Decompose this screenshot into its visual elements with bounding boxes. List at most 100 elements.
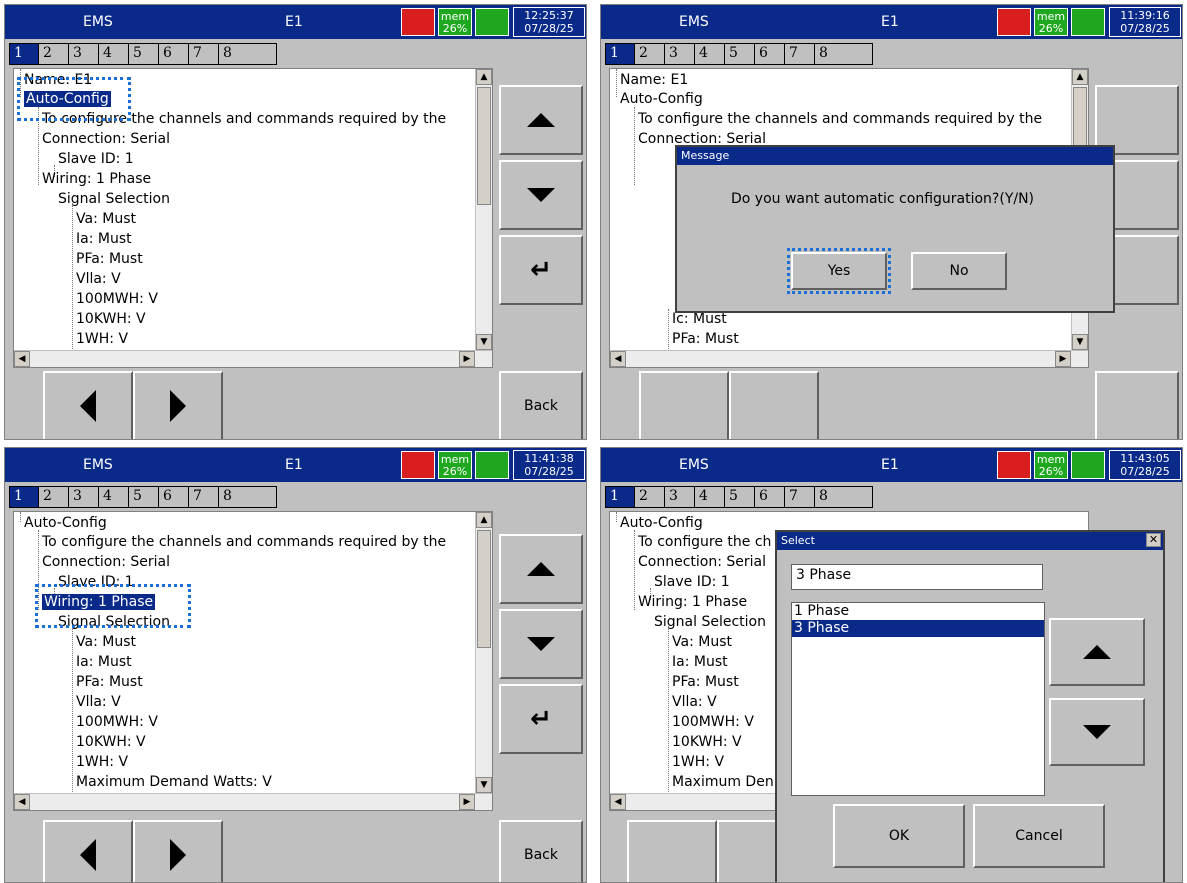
back-button[interactable]: Back — [499, 820, 583, 882]
tree-node[interactable]: To configure the ch — [638, 533, 771, 552]
options-listbox[interactable]: 1 Phase 3 Phase — [791, 602, 1045, 796]
tree-node[interactable]: To configure the channels and commands r… — [638, 110, 1042, 129]
list-item[interactable]: 1 Phase — [792, 603, 1044, 620]
tree-node[interactable]: 100MWH: V — [76, 713, 158, 732]
horizontal-scrollbar[interactable]: ◀ ▶ — [14, 793, 492, 810]
alarm-speaker-icon[interactable] — [997, 451, 1031, 479]
tab-4[interactable]: 4 — [99, 43, 129, 65]
vertical-scrollbar[interactable]: ▲ ▼ — [475, 69, 492, 367]
scroll-left-icon[interactable]: ◀ — [14, 794, 30, 810]
tab-8[interactable]: 8 — [219, 486, 277, 508]
no-button[interactable]: No — [911, 252, 1007, 290]
tree-node[interactable]: To configure the channels and commands r… — [42, 533, 446, 552]
tree-node[interactable]: Signal Selection — [654, 613, 766, 632]
tab-3[interactable]: 3 — [665, 43, 695, 65]
scroll-left-icon[interactable]: ◀ — [14, 351, 30, 367]
tree-node[interactable]: Ia: Must — [672, 653, 728, 672]
tree-node[interactable]: Wiring: 1 Phase — [638, 593, 747, 612]
back-button[interactable]: Back — [499, 371, 583, 439]
tab-4[interactable]: 4 — [695, 486, 725, 508]
tab-1[interactable]: 1 — [605, 486, 635, 508]
tab-5[interactable]: 5 — [129, 43, 159, 65]
log-disabled-icon[interactable] — [1071, 451, 1105, 479]
tree-node[interactable]: Connection: Serial — [42, 553, 170, 572]
left-button[interactable] — [43, 820, 133, 882]
tab-3[interactable]: 3 — [69, 43, 99, 65]
alarm-speaker-icon[interactable] — [401, 8, 435, 36]
tab-7[interactable]: 7 — [189, 486, 219, 508]
tree-node[interactable]: Slave ID: 1 — [654, 573, 730, 592]
tree-node[interactable]: Maximum Demand Watts: V — [76, 773, 272, 792]
tab-3[interactable]: 3 — [69, 486, 99, 508]
tree-node[interactable]: 1WH: V — [76, 753, 128, 772]
right-button[interactable] — [133, 820, 223, 882]
bottom-button-1[interactable] — [639, 371, 729, 439]
tree-node[interactable]: Vlla: V — [76, 270, 121, 289]
tab-6[interactable]: 6 — [159, 43, 189, 65]
tab-7[interactable]: 7 — [785, 43, 815, 65]
horizontal-scrollbar[interactable]: ◀ ▶ — [610, 350, 1088, 367]
tree-node[interactable]: Connection: Serial — [638, 553, 766, 572]
cancel-button[interactable]: Cancel — [973, 804, 1105, 868]
scroll-right-icon[interactable]: ▶ — [459, 794, 475, 810]
tree-node[interactable]: Auto-Config — [620, 90, 703, 109]
tree-node[interactable]: Vlla: V — [76, 693, 121, 712]
tab-6[interactable]: 6 — [159, 486, 189, 508]
vertical-scrollbar[interactable]: ▲ ▼ — [475, 512, 492, 810]
tree-node[interactable]: 1WH: V — [672, 753, 724, 772]
tree-node[interactable]: Ia: Must — [76, 653, 132, 672]
list-item-selected[interactable]: 3 Phase — [792, 620, 1044, 637]
tree-node[interactable]: 100MWH: V — [672, 713, 754, 732]
tree-node[interactable]: Ia: Must — [76, 230, 132, 249]
up-button[interactable] — [499, 85, 583, 155]
tab-2[interactable]: 2 — [39, 486, 69, 508]
close-icon[interactable]: ✕ — [1146, 533, 1161, 547]
selected-value-field[interactable]: 3 Phase — [791, 564, 1043, 590]
down-button[interactable] — [1049, 698, 1145, 766]
tab-1[interactable]: 1 — [9, 43, 39, 65]
tree-node[interactable]: Wiring: 1 Phase — [42, 170, 151, 189]
tree-node[interactable]: 10KWH: V — [76, 310, 146, 329]
tree-node[interactable]: PFa: Must — [76, 673, 143, 692]
tree-node[interactable]: Va: Must — [76, 633, 136, 652]
down-button[interactable] — [499, 160, 583, 230]
tab-1[interactable]: 1 — [605, 43, 635, 65]
side-button-4[interactable] — [1095, 371, 1179, 439]
scroll-up-icon[interactable]: ▲ — [1072, 69, 1088, 85]
scroll-right-icon[interactable]: ▶ — [459, 351, 475, 367]
tab-5[interactable]: 5 — [725, 486, 755, 508]
scroll-up-icon[interactable]: ▲ — [476, 512, 492, 528]
tab-8[interactable]: 8 — [815, 43, 873, 65]
log-disabled-icon[interactable] — [475, 8, 509, 36]
tab-8[interactable]: 8 — [219, 43, 277, 65]
horizontal-scrollbar[interactable]: ◀ ▶ — [14, 350, 492, 367]
tab-2[interactable]: 2 — [635, 486, 665, 508]
scroll-up-icon[interactable]: ▲ — [476, 69, 492, 85]
tree-node[interactable]: Signal Selection — [58, 190, 170, 209]
tab-7[interactable]: 7 — [189, 43, 219, 65]
up-button[interactable] — [499, 534, 583, 604]
scroll-thumb[interactable] — [477, 87, 491, 205]
tab-8[interactable]: 8 — [815, 486, 873, 508]
tree-node[interactable]: PFa: Must — [672, 673, 739, 692]
tab-1[interactable]: 1 — [9, 486, 39, 508]
scroll-down-icon[interactable]: ▼ — [476, 777, 492, 793]
scroll-right-icon[interactable]: ▶ — [1055, 351, 1071, 367]
tab-3[interactable]: 3 — [665, 486, 695, 508]
bottom-button-2[interactable] — [729, 371, 819, 439]
log-disabled-icon[interactable] — [1071, 8, 1105, 36]
tab-6[interactable]: 6 — [755, 486, 785, 508]
alarm-speaker-icon[interactable] — [401, 451, 435, 479]
scroll-down-icon[interactable]: ▼ — [476, 334, 492, 350]
up-button[interactable] — [1049, 618, 1145, 686]
tree-node[interactable]: 10KWH: V — [672, 733, 742, 752]
down-button[interactable] — [499, 609, 583, 679]
tab-2[interactable]: 2 — [39, 43, 69, 65]
right-button[interactable] — [133, 371, 223, 439]
tree-node[interactable]: Name: E1 — [620, 71, 688, 90]
tab-7[interactable]: 7 — [785, 486, 815, 508]
alarm-speaker-icon[interactable] — [997, 8, 1031, 36]
tree-node[interactable]: Va: Must — [672, 633, 732, 652]
scroll-left-icon[interactable]: ◀ — [610, 794, 626, 810]
tab-5[interactable]: 5 — [725, 43, 755, 65]
